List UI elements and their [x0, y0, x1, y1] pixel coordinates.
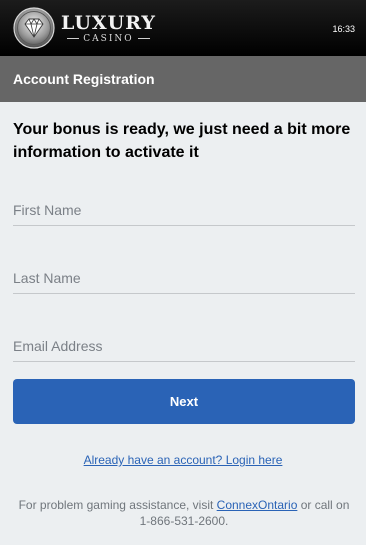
- login-link[interactable]: Already have an account? Login here: [84, 453, 283, 467]
- connexontario-link[interactable]: ConnexOntario: [217, 498, 298, 512]
- brand-name: LUXURY: [61, 11, 156, 34]
- first-name-input[interactable]: [13, 194, 355, 226]
- next-button[interactable]: Next: [13, 379, 355, 424]
- brand-logo[interactable]: LUXURY CASINO: [13, 7, 156, 49]
- page-title-bar: Account Registration: [0, 56, 366, 102]
- login-link-row: Already have an account? Login here: [0, 453, 366, 467]
- brand-divider-right: [137, 38, 150, 39]
- registration-screen: LUXURY CASINO 16:33 Account Registration…: [0, 0, 366, 545]
- bonus-heading: Your bonus is ready, we just need a bit …: [13, 121, 351, 161]
- clock-time: 16:33: [332, 24, 355, 34]
- app-header: LUXURY CASINO 16:33: [0, 0, 366, 56]
- diamond-emblem-icon: [13, 7, 55, 49]
- page-title: Account Registration: [13, 71, 155, 87]
- responsible-gaming-note: For problem gaming assistance, visit Con…: [13, 497, 355, 529]
- brand-wordmark: LUXURY CASINO: [61, 13, 156, 44]
- brand-divider-left: [67, 38, 80, 39]
- brand-sub-row: CASINO: [67, 33, 150, 44]
- brand-sub: CASINO: [83, 33, 134, 44]
- footer-prefix: For problem gaming assistance, visit: [18, 498, 217, 512]
- email-input[interactable]: [13, 330, 355, 362]
- last-name-input[interactable]: [13, 262, 355, 294]
